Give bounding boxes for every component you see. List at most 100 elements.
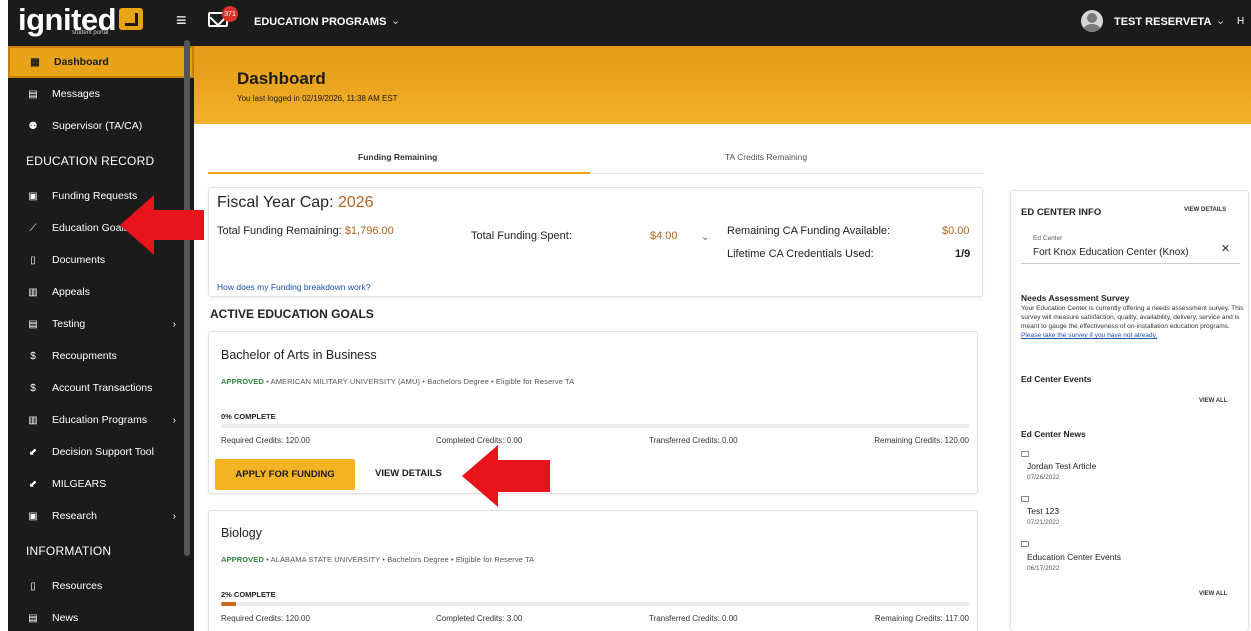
trend-icon: ⟋ <box>29 222 37 234</box>
total-funding-remaining-label: Total Funding Remaining: <box>217 225 342 237</box>
help-link[interactable]: H <box>1237 16 1244 27</box>
funding-icon: ▣ <box>28 190 38 202</box>
avatar[interactable] <box>1081 10 1103 32</box>
close-icon[interactable]: × <box>1221 240 1230 257</box>
news-view-all-link[interactable]: VIEW ALL <box>1199 591 1227 597</box>
active-education-goals-title: ACTIVE EDUCATION GOALS <box>210 307 374 321</box>
sidebar-item-resources[interactable]: ▯ Resources <box>8 570 194 602</box>
remaining-ca-funding-value: $0.00 <box>942 225 970 237</box>
goal-meta-text: • AMERICAN MILITARY UNIVERSITY (AMU) • B… <box>263 377 575 386</box>
remaining-credits: Remaining Credits: 117.00 <box>874 614 969 623</box>
required-credits: Required Credits: 120.00 <box>221 436 310 445</box>
programs-icon: ▥ <box>28 414 38 426</box>
sidebar-scrollbar[interactable] <box>184 40 190 556</box>
total-funding-spent-value: $4.00 <box>650 230 678 242</box>
sidebar-item-recoupments[interactable]: $ Recoupments <box>8 340 194 372</box>
ed-center-view-details-link[interactable]: VIEW DETAILS <box>1184 207 1226 213</box>
chevron-right-icon[interactable]: › <box>173 415 176 426</box>
sidebar-item-messages[interactable]: ▤ Messages <box>8 78 194 110</box>
sidebar-item-label: News <box>52 612 79 624</box>
chevron-right-icon[interactable]: › <box>173 511 176 522</box>
last-login-text: You last logged in 02/19/2026, 11:38 AM … <box>237 94 398 103</box>
news-item-title[interactable]: Jordan Test Article <box>1027 461 1096 471</box>
sidebar-item-appeals[interactable]: ▥ Appeals <box>8 276 194 308</box>
app-window: ignited student portal ≡ ▦ Dashboard ▤ M… <box>0 0 1251 631</box>
logo-subtitle: student portal <box>72 30 109 36</box>
document-icon: ▯ <box>30 580 36 592</box>
news-item-date: 07/26/2022 <box>1027 474 1060 481</box>
events-view-all-link[interactable]: VIEW ALL <box>1199 398 1227 404</box>
apply-for-funding-button[interactable]: APPLY FOR FUNDING <box>215 459 355 490</box>
user-menu[interactable]: TEST RESERVETA <box>1114 16 1211 28</box>
sidebar-item-supervisor[interactable]: ⚉ Supervisor (TA/CA) <box>8 110 194 142</box>
programs-dropdown[interactable]: EDUCATION PROGRAMS <box>254 16 386 28</box>
ed-center-news-title: Ed Center News <box>1021 429 1086 439</box>
view-details-button[interactable]: VIEW DETAILS <box>375 468 442 479</box>
sidebar-item-decision-support-tool[interactable]: ⬋ Decision Support Tool <box>8 436 194 468</box>
news-item-icon <box>1021 496 1029 502</box>
compass-icon: ⬋ <box>28 446 38 458</box>
sidebar-item-label: Appeals <box>52 286 90 298</box>
goal-name[interactable]: Bachelor of Arts in Business <box>221 348 377 362</box>
education-goal-card: Biology APPROVED • ALABAMA STATE UNIVERS… <box>208 510 978 631</box>
completed-credits: Completed Credits: 0.00 <box>436 436 523 445</box>
sidebar-item-news[interactable]: ▤ News <box>8 602 194 631</box>
message-count-badge: 371 <box>222 6 238 22</box>
news-item-date: 06/17/2022 <box>1027 565 1060 572</box>
ed-center-info-panel: ED CENTER INFO VIEW DETAILS Ed Center Fo… <box>1010 190 1249 631</box>
ed-center-select-label: Ed Center <box>1033 235 1063 242</box>
chevron-down-icon[interactable]: ⌄ <box>1216 14 1225 27</box>
needs-assessment-body: Your Education Center is currently offer… <box>1021 305 1244 330</box>
chevron-down-icon[interactable]: ⌄ <box>391 14 400 27</box>
chevron-right-icon[interactable]: › <box>173 319 176 330</box>
sidebar-item-research[interactable]: ▣ Research › <box>8 500 194 532</box>
sidebar-item-label: Account Transactions <box>52 382 153 394</box>
completed-credits: Completed Credits: 3.00 <box>436 614 523 623</box>
ed-center-info-title: ED CENTER INFO <box>1021 207 1102 218</box>
ed-center-select[interactable]: Ed Center Fort Knox Education Center (Kn… <box>1021 228 1240 264</box>
sidebar: ignited student portal ≡ ▦ Dashboard ▤ M… <box>8 0 194 631</box>
grid-icon: ▦ <box>30 56 40 68</box>
research-icon: ▣ <box>28 510 38 522</box>
sidebar-item-label: MILGEARS <box>52 478 107 490</box>
funding-breakdown-link[interactable]: How does my Funding breakdown work? <box>217 282 371 292</box>
sidebar-item-label: Dashboard <box>54 56 109 68</box>
news-item-icon <box>1021 451 1029 457</box>
goal-name[interactable]: Biology <box>221 526 262 540</box>
fiscal-year-value: 2026 <box>337 194 374 211</box>
remaining-credits: Remaining Credits: 120.00 <box>874 436 969 445</box>
education-goal-card: Bachelor of Arts in Business APPROVED • … <box>208 331 978 494</box>
total-funding-spent-label: Total Funding Spent: <box>471 230 572 242</box>
sidebar-item-label: Messages <box>52 88 100 100</box>
logo-row: ignited student portal ≡ <box>8 0 194 46</box>
sidebar-item-account-transactions[interactable]: $ Account Transactions <box>8 372 194 404</box>
tab-ta-credits-remaining[interactable]: TA Credits Remaining <box>725 152 807 162</box>
survey-link[interactable]: Please take the survey if you have not a… <box>1021 332 1157 339</box>
status-badge: APPROVED <box>221 377 264 386</box>
dollar-icon: $ <box>30 350 36 362</box>
chevron-down-icon[interactable]: ⌄ <box>701 232 709 243</box>
funding-summary-card: Fiscal Year Cap: 2026 Total Funding Rema… <box>208 187 983 297</box>
sidebar-item-label: Education Goals <box>52 222 130 234</box>
goal-percent-complete: 0% COMPLETE <box>221 412 276 421</box>
fiscal-year-cap: Fiscal Year Cap: 2026 <box>217 194 374 212</box>
sidebar-item-testing[interactable]: ▤ Testing › <box>8 308 194 340</box>
news-item-title[interactable]: Test 123 <box>1027 506 1059 516</box>
news-item-date: 07/21/2022 <box>1027 519 1060 526</box>
fiscal-year-cap-label: Fiscal Year Cap: <box>217 194 334 211</box>
sidebar-item-dashboard[interactable]: ▦ Dashboard <box>8 46 194 78</box>
sidebar-item-label: Recoupments <box>52 350 117 362</box>
testing-icon: ▤ <box>28 318 38 330</box>
sidebar-item-label: Decision Support Tool <box>52 446 154 458</box>
tab-funding-remaining[interactable]: Funding Remaining <box>358 152 437 162</box>
required-credits: Required Credits: 120.00 <box>221 614 310 623</box>
sidebar-item-milgears[interactable]: ⬋ MILGEARS <box>8 468 194 500</box>
ed-center-select-value: Fort Knox Education Center (Knox) <box>1033 247 1189 258</box>
sidebar-item-education-programs[interactable]: ▥ Education Programs › <box>8 404 194 436</box>
hamburger-menu-icon[interactable]: ≡ <box>176 10 187 31</box>
logo-mark-icon <box>119 8 144 31</box>
goal-meta: APPROVED • ALABAMA STATE UNIVERSITY • Ba… <box>221 555 534 564</box>
sidebar-item-label: Testing <box>52 318 86 330</box>
news-item-title[interactable]: Education Center Events <box>1027 552 1121 562</box>
needs-assessment-text: Your Education Center is currently offer… <box>1021 304 1245 340</box>
